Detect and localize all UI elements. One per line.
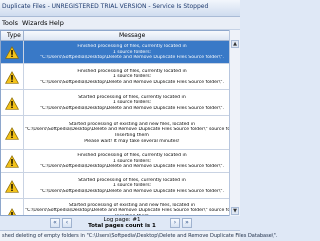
log-grid: Type Message Finished processing of file…: [0, 30, 240, 216]
message-line: "C:\Users\Softpedia\Desktop\Delete and R…: [39, 105, 225, 111]
window-title: Duplicate Files - UNREGISTERED TRIAL VER…: [2, 3, 209, 10]
message-cell: Finished processing of files, currently …: [25, 153, 239, 170]
column-message[interactable]: Message: [119, 32, 145, 39]
scroll-down-icon[interactable]: ▼: [231, 207, 239, 215]
menu-wizards[interactable]: Wizards: [22, 19, 48, 27]
pager-bar: « ‹ Log page: #1 Total pages count is 1 …: [0, 216, 240, 230]
message-line: "C:\Users\Softpedia\Desktop\Delete and R…: [39, 164, 225, 170]
message-cell: Finished processing of files, currently …: [25, 69, 239, 86]
message-line: Please wait! It may take several minutes…: [84, 138, 180, 144]
type-cell: [1, 64, 24, 89]
first-page-button[interactable]: «: [50, 218, 60, 228]
column-separator: [23, 31, 24, 40]
type-cell: [1, 173, 24, 198]
message-cell: Started processing of files, currently l…: [25, 178, 239, 195]
table-row[interactable]: Finished processing of files, currently …: [1, 41, 239, 64]
vertical-scrollbar[interactable]: ▲ ▼: [229, 30, 240, 216]
double-left-arrow-icon: «: [53, 219, 57, 226]
last-page-button[interactable]: »: [182, 218, 192, 228]
menu-bar: Tools Wizards Help: [0, 17, 240, 30]
type-cell: [1, 41, 24, 63]
warning-icon: [5, 70, 19, 84]
message-line: "C:\Users\Softpedia\Desktop\Delete and R…: [39, 79, 225, 85]
table-row[interactable]: Started processing of existing and new f…: [1, 116, 239, 150]
table-row[interactable]: Finished processing of files, currently …: [1, 64, 239, 90]
warning-icon: [5, 96, 19, 110]
message-cell: Started processing of files, currently l…: [25, 95, 239, 112]
type-cell: [1, 116, 24, 149]
menu-tools[interactable]: Tools: [2, 19, 18, 27]
right-arrow-icon: ›: [173, 219, 177, 226]
table-row[interactable]: Started processing of files, currently l…: [1, 173, 239, 199]
warning-icon: [5, 155, 19, 168]
table-row[interactable]: Started processing of files, currently l…: [1, 90, 239, 116]
scroll-up-icon[interactable]: ▲: [231, 40, 239, 48]
message-cell: Finished processing of files, currently …: [25, 44, 239, 61]
grid-header: Type Message: [1, 31, 239, 41]
column-type[interactable]: Type: [7, 32, 21, 39]
status-text: shed deleting of empty folders in "C:\Us…: [2, 233, 278, 239]
warning-icon: [7, 207, 17, 215]
table-row[interactable]: Finished processing of files, currently …: [1, 150, 239, 173]
next-page-button[interactable]: ›: [170, 218, 180, 228]
double-right-arrow-icon: »: [185, 219, 189, 226]
left-arrow-icon: ‹: [65, 219, 69, 226]
table-row[interactable]: Started processing of existing and new f…: [1, 199, 239, 215]
type-cell: [1, 90, 24, 115]
title-bar: Duplicate Files - UNREGISTERED TRIAL VER…: [0, 0, 240, 17]
total-pages-label: Total pages count is 1: [88, 223, 156, 229]
message-line: "C:\Users\Softpedia\Desktop\Delete and R…: [39, 55, 225, 61]
message-cell: Started processing of existing and new f…: [25, 203, 239, 215]
type-cell: [1, 150, 24, 172]
status-bar: shed deleting of empty folders in "C:\Us…: [0, 230, 277, 241]
menu-help[interactable]: Help: [49, 19, 64, 27]
warning-icon: [5, 179, 19, 193]
message-line: "C:\Users\Softpedia\Desktop\Delete and R…: [39, 188, 225, 194]
type-cell: [1, 199, 24, 215]
page-info: Log page: #1 Total pages count is 1: [76, 217, 168, 229]
warning-icon: [5, 46, 19, 59]
message-cell: Started processing of existing and new f…: [25, 122, 239, 144]
previous-page-button[interactable]: ‹: [62, 218, 72, 228]
warning-icon: [5, 126, 19, 140]
